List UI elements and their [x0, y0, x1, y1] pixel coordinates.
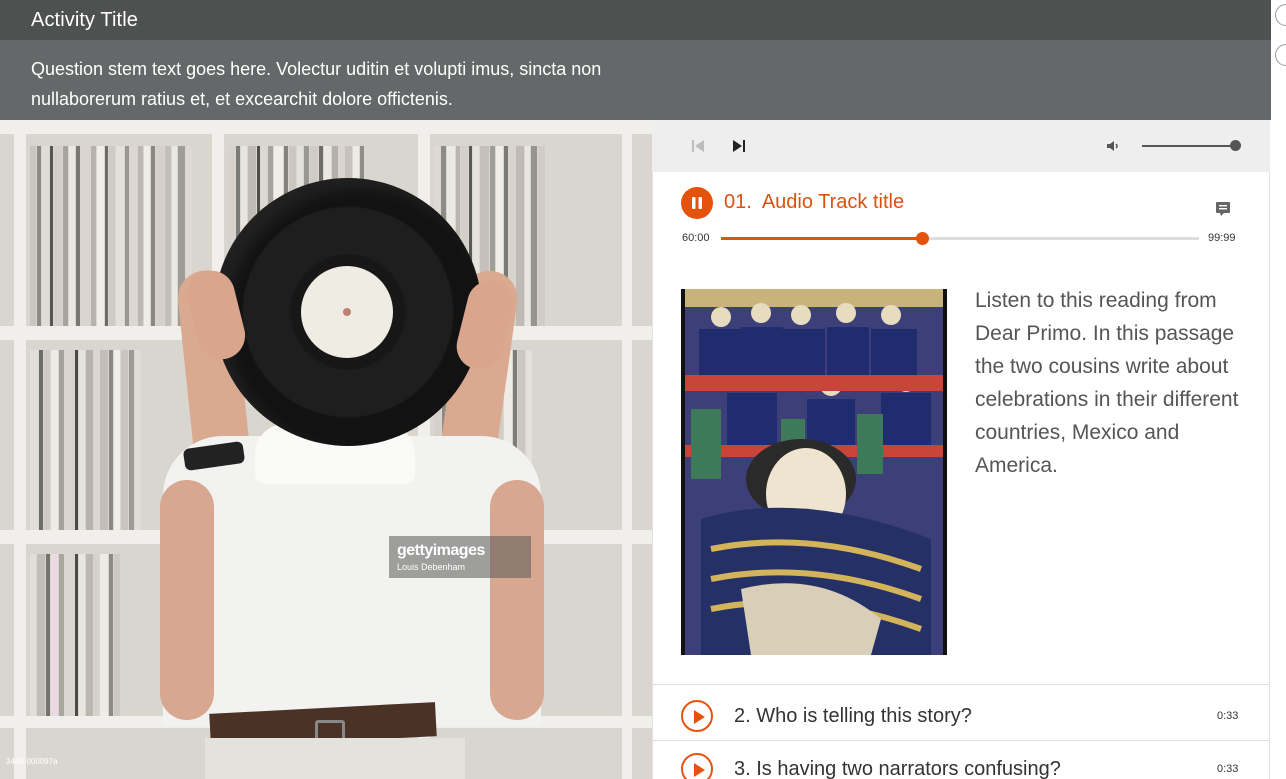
time-elapsed: 60:00	[682, 232, 710, 244]
volume-slider[interactable]	[1142, 145, 1236, 147]
pause-button[interactable]	[681, 187, 713, 219]
track-list-title: 3. Is having two narrators confusing?	[734, 758, 1061, 779]
vinyl-label	[301, 266, 393, 358]
current-track-panel: 01. Audio Track title 60:00 99:99 Listen…	[652, 172, 1270, 684]
volume-icon[interactable]	[1104, 137, 1122, 155]
photo-id: 3449-000097a	[6, 757, 58, 766]
track-duration: 0:33	[1217, 710, 1239, 722]
expand-icon[interactable]	[1275, 4, 1286, 26]
track-duration: 0:33	[1217, 763, 1239, 775]
volume-slider-knob[interactable]	[1230, 140, 1241, 151]
edge-controls	[1271, 0, 1286, 779]
vinyl-spindle-hole	[343, 308, 351, 316]
track-list-item[interactable]: 2. Who is telling this story? 0:33	[652, 684, 1270, 740]
info-icon[interactable]	[1275, 44, 1286, 66]
track-artwork	[681, 289, 947, 655]
activity-title-bar: Activity Title	[0, 0, 1271, 40]
photo-watermark: gettyimages Louis Debenham	[389, 536, 531, 578]
watermark-brand: gettyimages	[397, 542, 485, 559]
vinyl-record	[214, 178, 482, 446]
pants	[205, 738, 465, 779]
transcript-icon[interactable]	[1215, 201, 1231, 222]
current-track-title: 01. Audio Track title	[724, 191, 904, 214]
watermark-credit: Louis Debenham	[397, 562, 466, 572]
shelf-divider	[14, 120, 26, 779]
activity-title: Activity Title	[31, 9, 138, 31]
progress-fill	[721, 237, 922, 240]
question-stem: Question stem text goes here. Volectur u…	[31, 59, 602, 109]
pause-icon	[692, 197, 702, 209]
shelf-divider	[622, 120, 632, 779]
time-total: 99:99	[1208, 232, 1236, 244]
play-icon[interactable]	[681, 753, 713, 779]
play-icon[interactable]	[681, 700, 713, 732]
skip-previous-icon[interactable]	[689, 137, 707, 155]
track-list-item[interactable]: 3. Is having two narrators confusing? 0:…	[652, 740, 1270, 779]
skip-next-icon[interactable]	[730, 137, 748, 155]
track-list-title: 2. Who is telling this story?	[734, 705, 972, 727]
progress-knob[interactable]	[915, 232, 929, 245]
record-photo: gettyimages Louis Debenham 3449-000097a	[0, 120, 652, 779]
right-forearm	[490, 480, 544, 720]
progress-slider[interactable]	[721, 232, 1199, 245]
shelf-top	[0, 120, 652, 134]
track-description: Listen to this reading from Dear Primo. …	[975, 289, 1239, 477]
track-title-text: Audio Track title	[761, 191, 905, 213]
question-stem-bar: Question stem text goes here. Volectur u…	[0, 40, 1271, 120]
left-forearm	[160, 480, 214, 720]
audio-player-bar	[652, 120, 1270, 172]
track-number: 01.	[724, 191, 752, 213]
